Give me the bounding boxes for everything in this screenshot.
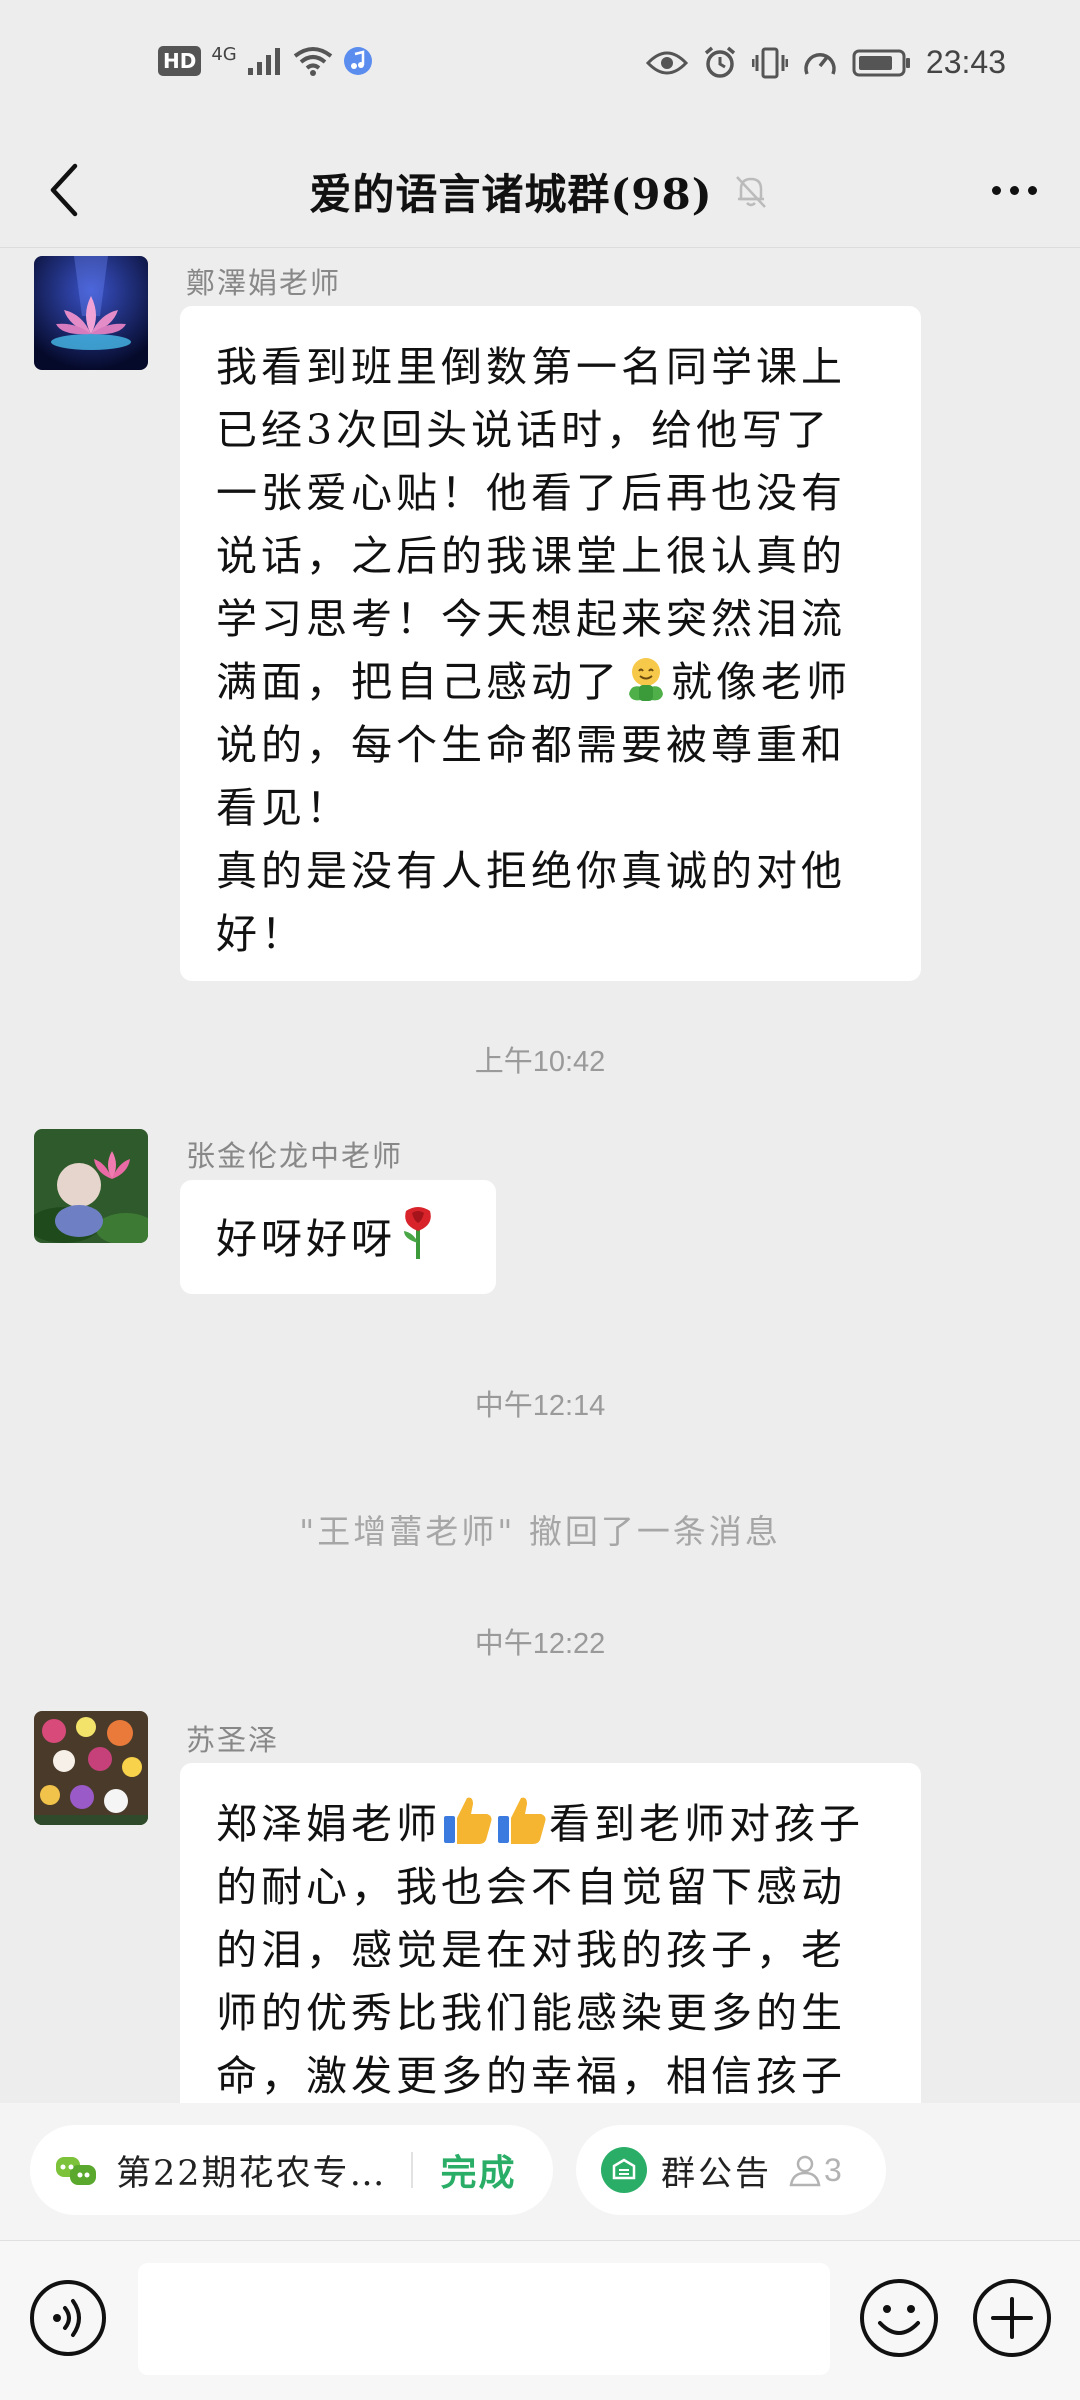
music-app-icon (343, 47, 372, 75)
message-line: 命，激发更多的幸福，相信孩子 (216, 2052, 846, 2100)
sender-name: 鄭澤娟老师 (186, 266, 342, 300)
quick-actions-bar: 第22期花农专… 完成 群公告 3 (0, 2103, 1080, 2240)
message-line: 说的，每个生命都需要被尊重和 (216, 721, 846, 769)
emoji-face-icon[interactable] (858, 2277, 940, 2359)
lotus-figure-avatar-image (34, 1129, 148, 1243)
message-line: 说话，之后的我课堂上很认真的 (216, 532, 846, 580)
pill-divider (410, 2152, 413, 2188)
announcement-pill[interactable]: 群公告 3 (576, 2125, 886, 2215)
avatar[interactable] (34, 256, 148, 370)
back-arrow-icon (50, 163, 78, 217)
avatar[interactable] (34, 1129, 148, 1243)
message-line: 的耐心，我也会不自觉留下感动 (216, 1863, 846, 1911)
more-dot (1027, 185, 1037, 195)
message-line-with-emoji: 满面，把自己感动了 就像老师 (216, 651, 885, 714)
message-text: 满面，把自己感动了 (216, 658, 621, 706)
timestamp: 上午10:42 (474, 1046, 606, 1078)
sender-name: 苏圣泽 (186, 1723, 280, 1757)
message-line: 好！ (216, 910, 306, 958)
message-text: 就像老师 (671, 658, 851, 706)
announcement-count: 3 (824, 2151, 842, 2188)
message-text: 好呀好呀 (216, 1215, 396, 1263)
person-icon (789, 2155, 821, 2187)
signal-icon (247, 48, 280, 75)
avatar[interactable] (34, 1711, 148, 1825)
eye-icon (645, 51, 688, 74)
message-line: 看见！ (216, 784, 351, 832)
header-divider (0, 247, 1080, 248)
lotus-avatar-image (34, 256, 148, 370)
battery-icon (852, 49, 910, 76)
message-line: 的泪，感觉是在对我的孩子，老 (216, 1926, 846, 1974)
more-dot (991, 185, 1001, 195)
chat-screen: HD 4G 23:43 爱的语言诸城群(98) 鄭澤娟老师 我看到班里倒数第一名… (0, 0, 1080, 2400)
message-line: 已经3次回头说话时，给他写了 (216, 406, 832, 454)
back-button[interactable] (30, 155, 100, 225)
title-wrap: 爱的语言诸城群(98) (0, 135, 1080, 247)
message-line-with-emoji: 郑泽娟老师 看到老师对孩子 (216, 1793, 885, 1856)
thumbs-up-emoji (498, 1797, 546, 1844)
status-right: 23:43 (645, 44, 1006, 81)
timestamp: 中午12:14 (474, 1390, 606, 1422)
message-text: 郑泽娟老师 (216, 1800, 441, 1848)
extension-label: 第22期花农专… (116, 2153, 387, 2194)
recall-notice: "王增蕾老师" 撤回了一条消息 (299, 1512, 781, 1551)
alarm-icon (704, 46, 736, 78)
message-line: 我看到班里倒数第一名同学课上 (216, 343, 846, 391)
announcement-icon (601, 2147, 647, 2193)
message-line: 学习思考！今天想起来突然泪流 (216, 595, 846, 643)
miniprogram-icon (56, 2157, 96, 2185)
message-input[interactable] (138, 2263, 830, 2375)
message-line: 一张爱心贴！他看了后再也没有 (216, 469, 846, 517)
status-clock: 23:43 (925, 44, 1006, 80)
network-type: 4G (211, 43, 237, 65)
message-bubble[interactable]: 好呀好呀 (180, 1180, 496, 1294)
more-button[interactable] (976, 155, 1052, 225)
hd-badge: HD (158, 46, 202, 76)
rose-emoji (404, 1207, 431, 1259)
hugging-face-emoji (629, 658, 663, 701)
status-left: HD 4G (158, 43, 373, 76)
message-line: 真的是没有人拒绝你真诚的对他 (216, 847, 846, 895)
done-button[interactable]: 完成 (441, 2144, 517, 2196)
voice-icon[interactable] (29, 2279, 107, 2357)
extension-pill[interactable]: 第22期花农专… 完成 (30, 2125, 553, 2215)
timestamp: 中午12:22 (474, 1628, 606, 1660)
speed-icon (804, 52, 836, 75)
mute-bell-icon (735, 176, 766, 208)
message-bubble[interactable]: 我看到班里倒数第一名同学课上 已经3次回头说话时，给他写了 一张爱心贴！他看了后… (180, 306, 921, 981)
announcement-label: 群公告 (661, 2153, 772, 2194)
input-bar (0, 2240, 1080, 2400)
chat-header: 爱的语言诸城群(98) (0, 135, 1080, 247)
chat-title: 爱的语言诸城群(98) (309, 169, 713, 219)
status-bar: HD 4G 23:43 (0, 0, 1080, 135)
message-text: 看到老师对孩子 (549, 1800, 864, 1848)
announcement-glyph-icon (612, 2158, 636, 2180)
wifi-icon (293, 47, 332, 76)
message-line: 师的优秀比我们能感染更多的生 (216, 1989, 846, 2037)
vibrate-icon (751, 47, 788, 78)
flowers-avatar-image (34, 1711, 148, 1825)
plus-icon[interactable] (971, 2277, 1053, 2359)
sender-name: 张金伦龙中老师 (186, 1139, 404, 1173)
more-dot (1009, 185, 1019, 195)
thumbs-up-emoji (444, 1797, 492, 1844)
